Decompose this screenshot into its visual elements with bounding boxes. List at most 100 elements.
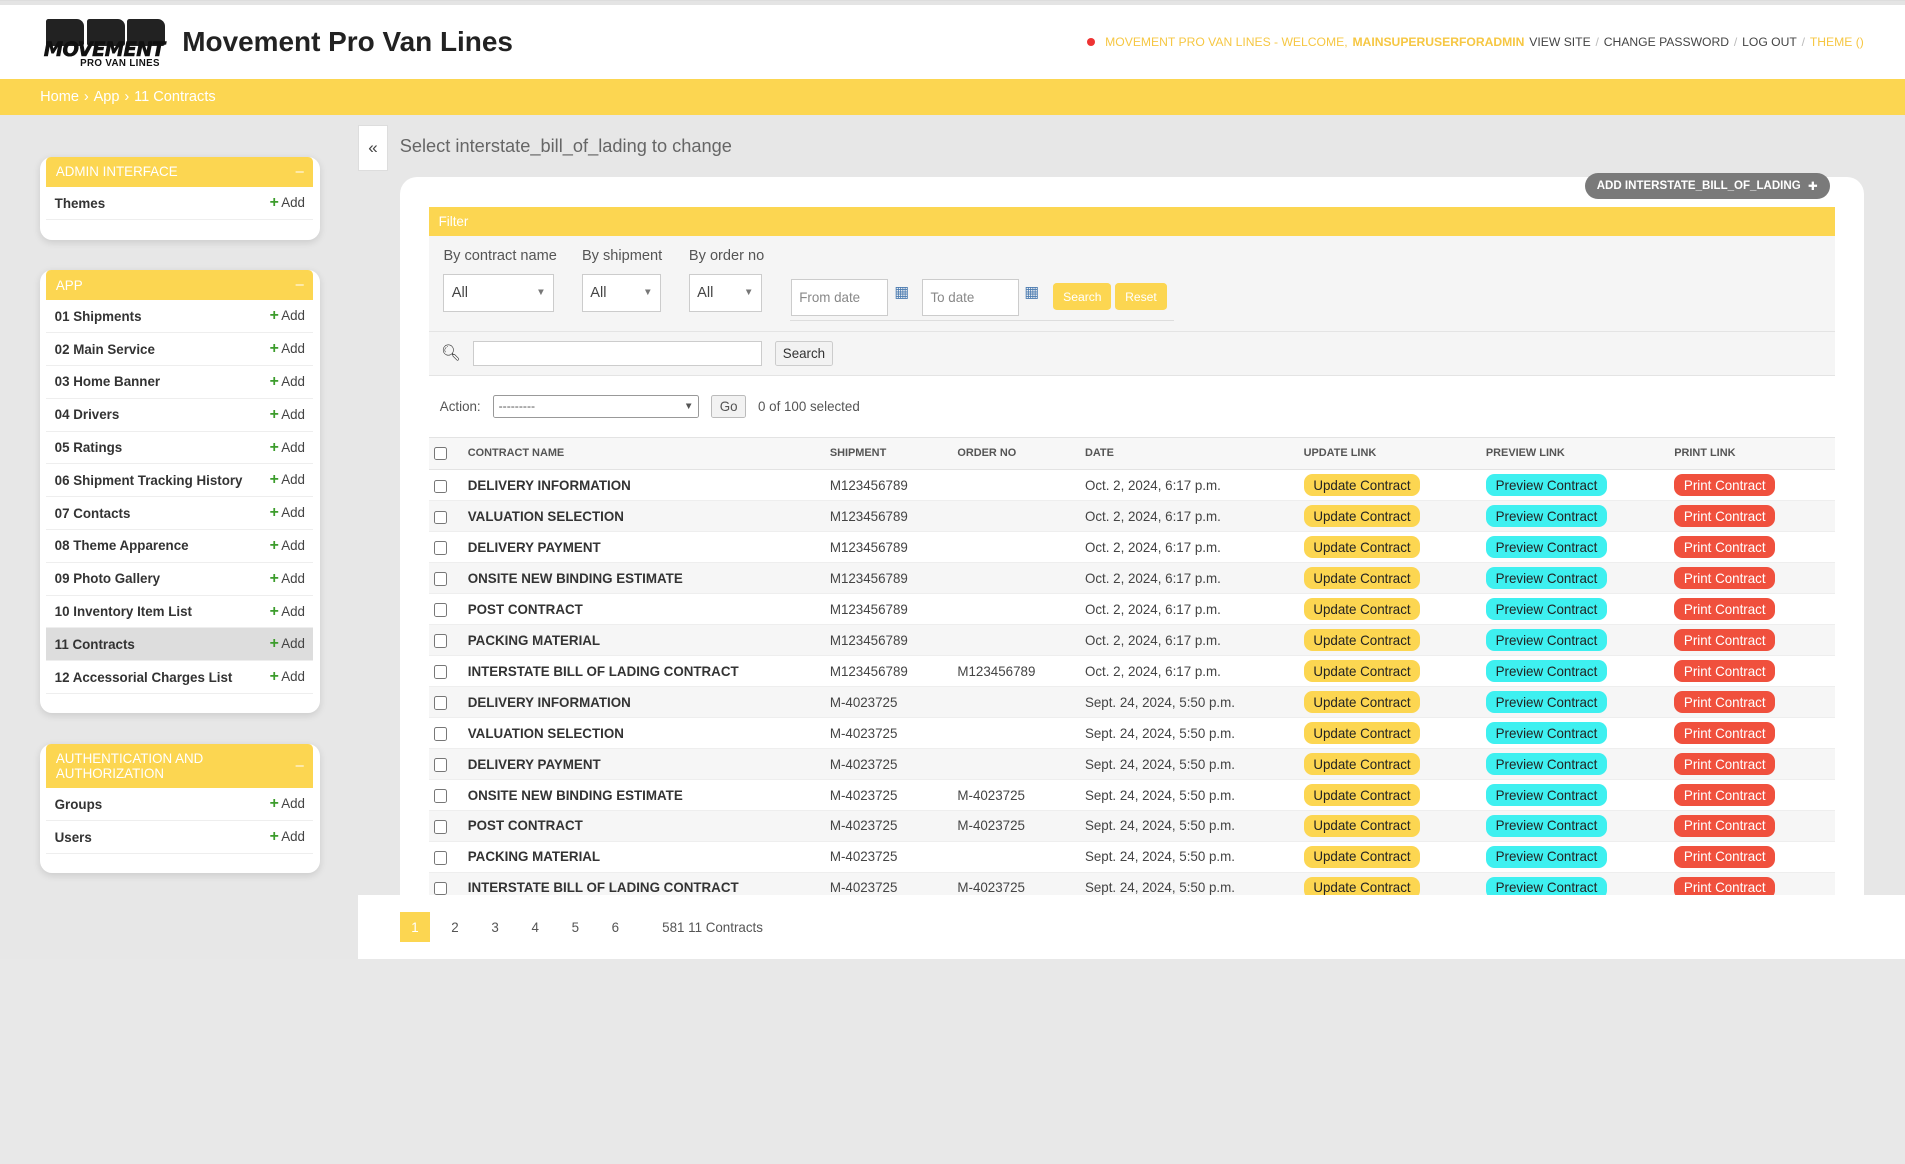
sidebar-item-label[interactable]: Groups (55, 797, 103, 812)
sidebar-item[interactable]: 07 Contacts + Add (46, 497, 314, 531)
search-button[interactable]: Search (774, 341, 834, 366)
contract-name-link[interactable]: ONSITE NEW BINDING ESTIMATE (462, 779, 825, 812)
sidebar-item[interactable]: Users + Add (46, 821, 314, 854)
row-checkbox[interactable] (433, 479, 448, 493)
add-link[interactable]: + Add (270, 373, 305, 391)
brand[interactable]: MOVEMENT PRO VAN LINES Movement Pro Van … (43, 14, 513, 70)
collapse-sidebar-button[interactable]: « (358, 125, 388, 172)
contract-name-link[interactable]: DELIVERY INFORMATION (462, 469, 825, 502)
update-contract-button[interactable]: Update Contract (1303, 690, 1421, 714)
sidebar-item[interactable]: 12 Accessorial Charges List + Add (46, 661, 314, 694)
column-header[interactable]: ORDER NO (952, 436, 1081, 471)
page-link[interactable]: 6 (600, 912, 630, 941)
add-link[interactable]: + Add (270, 504, 305, 522)
add-link[interactable]: + Add (270, 635, 305, 653)
breadcrumb-home[interactable]: Home (40, 89, 79, 105)
sidebar-item-label[interactable]: Themes (55, 196, 106, 211)
sidebar-item-label[interactable]: 05 Ratings (55, 440, 123, 455)
contract-name-link[interactable]: POST CONTRACT (462, 810, 825, 842)
row-checkbox[interactable] (433, 820, 448, 834)
row-checkbox[interactable] (433, 758, 448, 772)
preview-contract-button[interactable]: Preview Contract (1485, 845, 1608, 869)
minimize-icon[interactable]: – (296, 277, 304, 293)
preview-contract-button[interactable]: Preview Contract (1485, 567, 1608, 590)
contract-name-link[interactable]: VALUATION SELECTION (462, 717, 825, 750)
add-link[interactable]: + Add (270, 603, 305, 621)
update-contract-button[interactable]: Update Contract (1303, 598, 1421, 621)
update-contract-button[interactable]: Update Contract (1303, 721, 1421, 745)
column-header[interactable]: DATE (1080, 436, 1299, 471)
sidebar-item-label[interactable]: 10 Inventory Item List (55, 604, 192, 619)
update-contract-button[interactable]: Update Contract (1303, 845, 1421, 869)
contract-name-link[interactable]: ONSITE NEW BINDING ESTIMATE (462, 562, 825, 595)
from-date-input[interactable]: From date (790, 278, 889, 317)
row-checkbox[interactable] (433, 510, 448, 524)
preview-contract-button[interactable]: Preview Contract (1485, 536, 1608, 559)
sidebar-item[interactable]: Themes + Add (46, 187, 314, 221)
add-button[interactable]: ADD INTERSTATE_BILL_OF_LADING ✚ (1584, 172, 1830, 199)
calendar-icon[interactable]: ▦ (894, 282, 909, 302)
print-contract-button[interactable]: Print Contract (1674, 721, 1776, 745)
preview-contract-button[interactable]: Preview Contract (1485, 660, 1608, 683)
contract-name-link[interactable]: DELIVERY PAYMENT (462, 531, 825, 564)
contract-name-link[interactable]: PACKING MATERIAL (462, 624, 825, 657)
action-select[interactable]: --------- ▼ (492, 394, 700, 418)
print-contract-button[interactable]: Print Contract (1674, 690, 1776, 714)
contract-name-link[interactable]: DELIVERY INFORMATION (462, 686, 825, 719)
update-contract-button[interactable]: Update Contract (1303, 629, 1421, 652)
sidebar-item[interactable]: 01 Shipments + Add (46, 300, 314, 334)
preview-contract-button[interactable]: Preview Contract (1485, 629, 1608, 652)
sidebar-item[interactable]: Groups + Add (46, 788, 314, 822)
row-checkbox[interactable] (433, 634, 448, 648)
page-link[interactable]: 3 (480, 912, 510, 941)
filter-search-button[interactable]: Search (1053, 283, 1112, 311)
print-contract-button[interactable]: Print Contract (1674, 474, 1776, 497)
print-contract-button[interactable]: Print Contract (1674, 845, 1776, 869)
sidebar-item-label[interactable]: 06 Shipment Tracking History (55, 473, 243, 488)
print-contract-button[interactable]: Print Contract (1674, 536, 1776, 559)
sidebar-item-label[interactable]: 03 Home Banner (55, 374, 160, 389)
page-link[interactable]: 2 (440, 912, 470, 941)
sidebar-item-label[interactable]: 11 Contracts (55, 637, 135, 652)
log-out-link[interactable]: LOG OUT (1742, 35, 1797, 49)
go-button[interactable]: Go (711, 394, 746, 418)
contract-name-link[interactable]: INTERSTATE BILL OF LADING CONTRACT (462, 655, 825, 688)
sidebar-item[interactable]: 05 Ratings + Add (46, 432, 314, 465)
preview-contract-button[interactable]: Preview Contract (1485, 752, 1608, 776)
add-link[interactable]: + Add (270, 471, 305, 489)
update-contract-button[interactable]: Update Contract (1303, 752, 1421, 776)
change-password-link[interactable]: CHANGE PASSWORD (1604, 35, 1729, 49)
row-checkbox[interactable] (433, 541, 448, 555)
view-site-link[interactable]: VIEW SITE (1529, 35, 1590, 49)
update-contract-button[interactable]: Update Contract (1303, 783, 1421, 807)
sidebar-item[interactable]: 10 Inventory Item List + Add (46, 596, 314, 629)
print-contract-button[interactable]: Print Contract (1674, 629, 1776, 652)
preview-contract-button[interactable]: Preview Contract (1485, 814, 1608, 838)
row-checkbox[interactable] (433, 696, 448, 710)
row-checkbox[interactable] (433, 882, 448, 896)
contract-name-link[interactable]: DELIVERY PAYMENT (462, 748, 825, 781)
update-contract-button[interactable]: Update Contract (1303, 567, 1421, 590)
module-heading[interactable]: ADMIN INTERFACE – (46, 156, 314, 188)
sidebar-item-label[interactable]: 12 Accessorial Charges List (55, 670, 233, 685)
update-contract-button[interactable]: Update Contract (1303, 505, 1421, 528)
sidebar-item-label[interactable]: 02 Main Service (55, 342, 155, 357)
filter-contract-select[interactable]: All ▼ (443, 273, 555, 312)
search-input[interactable] (473, 341, 763, 366)
add-link[interactable]: + Add (270, 828, 305, 846)
column-header[interactable]: SHIPMENT (824, 436, 953, 471)
preview-contract-button[interactable]: Preview Contract (1485, 474, 1608, 497)
preview-contract-button[interactable]: Preview Contract (1485, 598, 1608, 621)
print-contract-button[interactable]: Print Contract (1674, 814, 1776, 838)
sidebar-item[interactable]: 06 Shipment Tracking History + Add (46, 464, 314, 498)
page-link[interactable]: 1 (399, 912, 431, 942)
minimize-icon[interactable]: – (296, 164, 304, 180)
preview-contract-button[interactable]: Preview Contract (1485, 690, 1608, 714)
filter-order-select[interactable]: All ▼ (688, 273, 762, 312)
print-contract-button[interactable]: Print Contract (1674, 598, 1776, 621)
contract-name-link[interactable]: VALUATION SELECTION (462, 500, 825, 533)
add-link[interactable]: + Add (270, 668, 305, 686)
update-contract-button[interactable]: Update Contract (1303, 536, 1421, 559)
sidebar-item[interactable]: 03 Home Banner + Add (46, 366, 314, 399)
column-header[interactable]: CONTRACT NAME (462, 436, 825, 471)
